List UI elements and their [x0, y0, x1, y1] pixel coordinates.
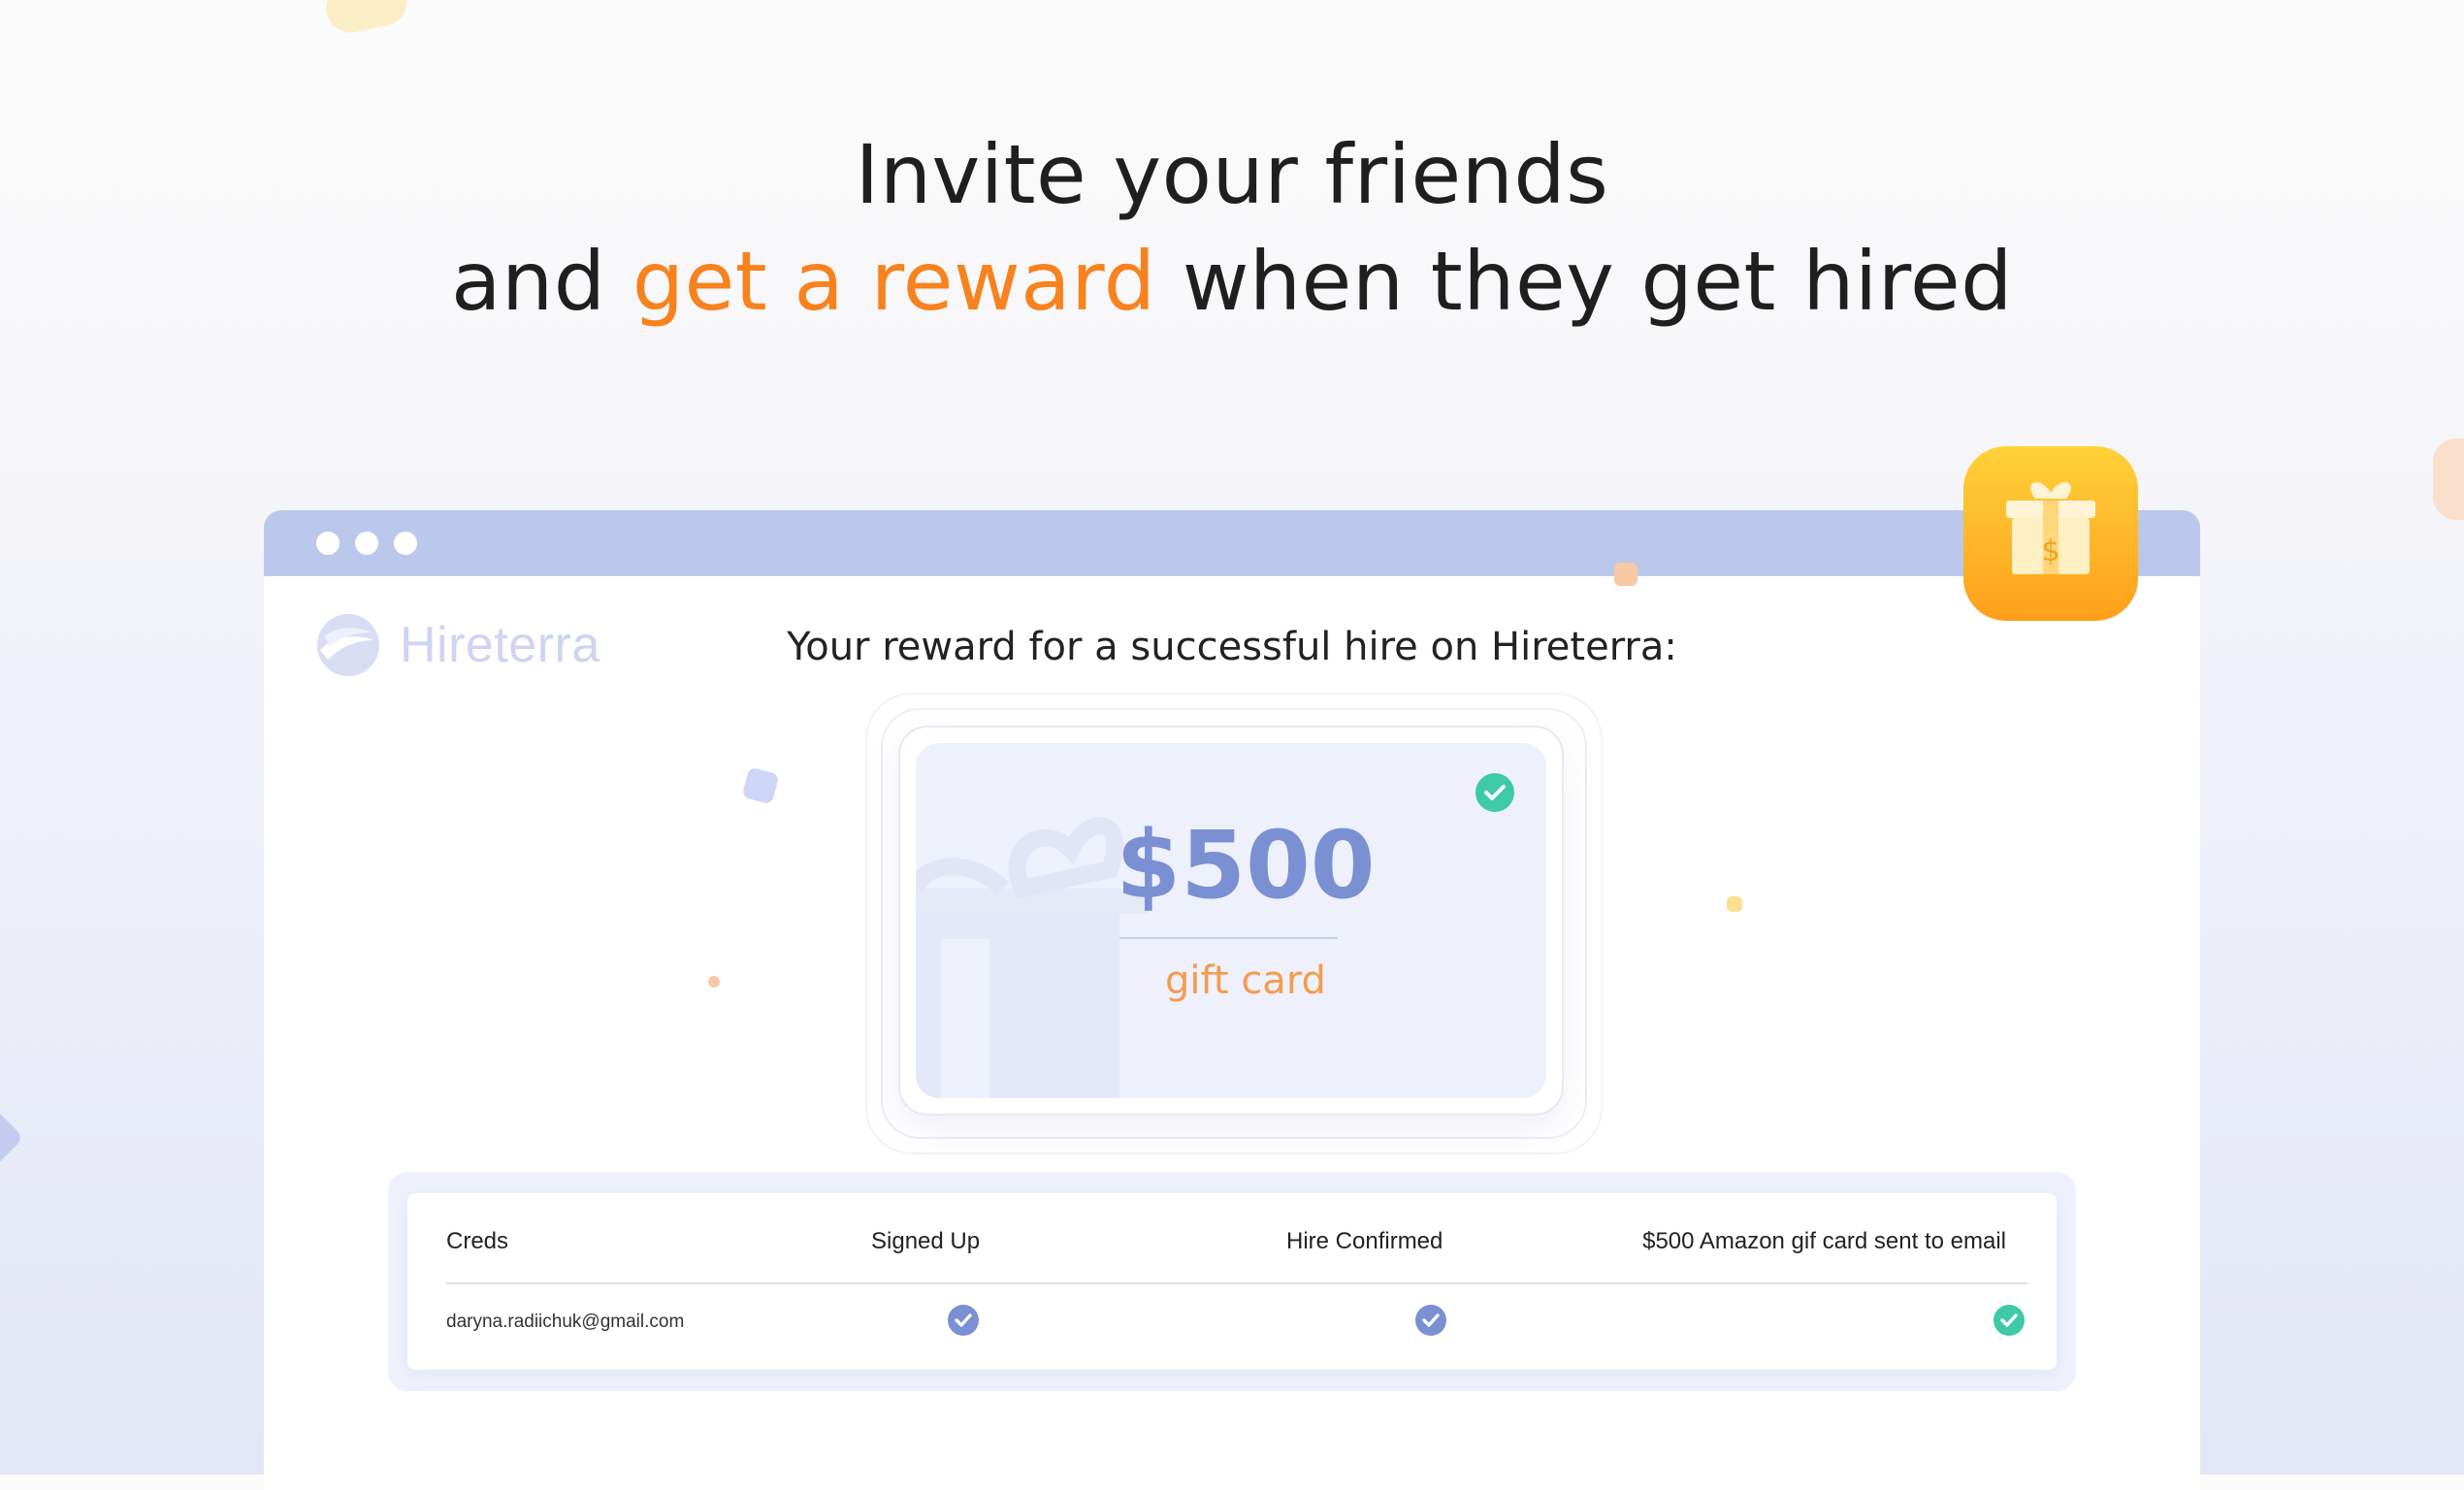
referral-table-panel: Creds Signed Up Hire Confirmed $500 Amaz…	[388, 1172, 2076, 1391]
confetti	[1614, 563, 1637, 586]
headline-suffix: when they get hired	[1182, 234, 2013, 329]
check-circle-icon	[948, 1305, 979, 1336]
column-header-creds: Creds	[446, 1228, 509, 1254]
referral-table: Creds Signed Up Hire Confirmed $500 Amaz…	[407, 1193, 2057, 1370]
browser-window: Hireterra Your reward for a successful h…	[264, 510, 2200, 1490]
browser-title-bar	[264, 510, 2200, 576]
check-circle-icon	[1994, 1305, 2025, 1336]
gift-box-illustration	[916, 817, 1149, 1098]
confetti	[1727, 896, 1742, 912]
decorative-blob	[0, 1106, 24, 1168]
headline-accent: get a reward	[632, 234, 1156, 329]
check-circle-icon	[1415, 1305, 1446, 1336]
gift-card-label: gift card	[1165, 958, 1326, 1003]
gift-card-amount: $500	[1116, 811, 1376, 920]
headline-prefix: and	[451, 234, 606, 329]
table-divider	[446, 1282, 2027, 1284]
decorative-blob	[321, 0, 412, 38]
gift-card[interactable]: $500 gift card	[898, 726, 1564, 1116]
window-control-dot[interactable]	[355, 532, 378, 555]
column-header-reward-sent: $500 Amazon gif card sent to email	[1642, 1228, 2006, 1254]
headline-line-1: Invite your friends	[855, 127, 1609, 222]
decorative-blob	[2433, 438, 2464, 520]
gift-card-divider	[1119, 937, 1338, 939]
window-control-dot[interactable]	[316, 532, 340, 555]
column-header-signed-up: Signed Up	[871, 1228, 981, 1254]
gift-icon[interactable]: $	[1963, 446, 2138, 621]
headline-line-2: and get a reward when they get hired	[0, 228, 2464, 335]
gift-dollar-symbol: $	[2041, 534, 2059, 568]
page-headline: Invite your friends and get a reward whe…	[0, 121, 2464, 335]
reward-title: Your reward for a successful hire on Hir…	[787, 625, 1677, 669]
window-control-dot[interactable]	[394, 532, 417, 555]
column-header-hire-confirmed: Hire Confirmed	[1286, 1228, 1443, 1254]
table-cell-email: daryna.radiichuk@gmail.com	[446, 1312, 685, 1332]
gift-card-face: $500 gift card	[916, 743, 1546, 1098]
check-circle-icon	[1475, 773, 1514, 812]
confetti	[708, 976, 720, 988]
